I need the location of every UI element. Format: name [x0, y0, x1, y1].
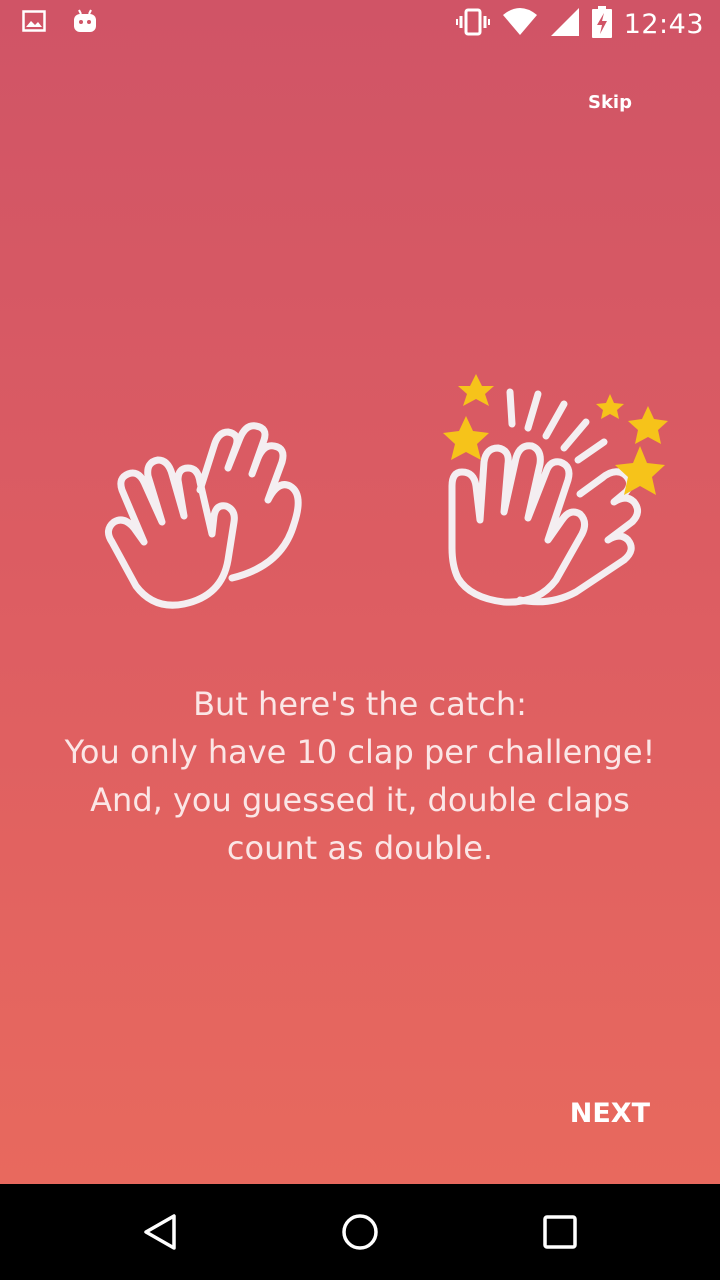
- image-icon: [22, 10, 46, 37]
- status-bar: 12:43: [0, 0, 720, 48]
- message-line: But here's the catch:: [193, 685, 527, 723]
- recents-icon[interactable]: [540, 1212, 580, 1252]
- vibrate-icon: [455, 7, 490, 42]
- navigation-bar: [0, 1184, 720, 1280]
- status-time: 12:43: [623, 9, 704, 40]
- message-line: count as double.: [226, 829, 494, 867]
- android-icon: [72, 8, 98, 39]
- message-line: And, you guessed it, double claps: [90, 781, 630, 819]
- battery-charging-icon: [591, 6, 612, 43]
- home-icon[interactable]: [340, 1212, 380, 1252]
- next-button[interactable]: NEXT: [570, 1098, 650, 1129]
- clapping-hands-stars-icon: [443, 374, 668, 606]
- skip-button[interactable]: Skip: [588, 92, 632, 113]
- clapping-hands-icon: [105, 422, 302, 609]
- clap-illustration: [105, 374, 668, 609]
- back-icon[interactable]: [140, 1212, 180, 1252]
- wifi-icon: [502, 7, 538, 42]
- onboarding-screen: 12:43 Skip But here's the catch: You onl…: [0, 0, 720, 1184]
- onboarding-message: But here's the catch: You only have 10 c…: [20, 680, 700, 872]
- signal-icon: [550, 7, 580, 42]
- message-line: You only have 10 clap per challenge!: [64, 733, 656, 771]
